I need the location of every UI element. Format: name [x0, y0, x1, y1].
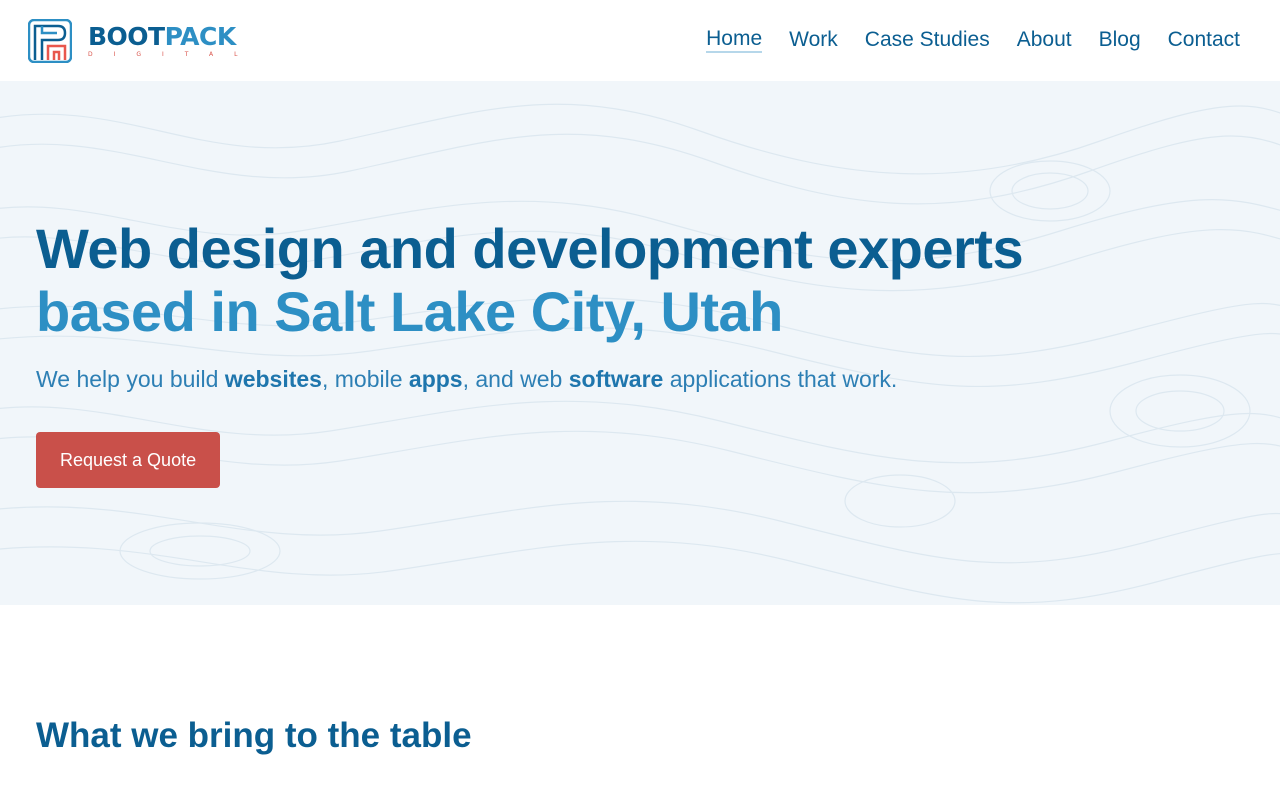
hero-title: Web design and development experts based…: [36, 217, 1036, 343]
hero-section: Web design and development experts based…: [0, 81, 1280, 605]
section-title: What we bring to the table: [36, 716, 472, 755]
nav-item-work[interactable]: Work: [789, 29, 838, 52]
site-logo[interactable]: BOOTPACK DIGITAL: [28, 18, 258, 63]
logo-word-pack: PACK: [164, 21, 237, 51]
hero-subtitle-text-1: We help you build: [36, 366, 225, 392]
logo-text: BOOTPACK DIGITAL: [88, 24, 258, 58]
request-quote-button[interactable]: Request a Quote: [36, 432, 221, 488]
hero-subtitle-text-2: , mobile: [321, 366, 409, 392]
hero-title-line1: Web design and development experts: [36, 217, 1024, 280]
hero-subtitle-text-3: , and web: [462, 366, 569, 392]
nav-item-case-studies[interactable]: Case Studies: [865, 29, 990, 52]
logo-word-boot: BOOT: [88, 21, 165, 51]
hero-subtitle-software: software: [568, 366, 664, 392]
hero-subtitle-text-4: applications that work.: [663, 366, 898, 392]
logo-subtitle: DIGITAL: [88, 50, 259, 58]
nav-item-home[interactable]: Home: [706, 28, 763, 53]
hero-subtitle-apps: apps: [408, 366, 463, 392]
hero-title-line2: based in Salt Lake City, Utah: [36, 280, 783, 343]
nav-item-about[interactable]: About: [1017, 29, 1072, 52]
bootpack-logo-icon: [28, 18, 72, 63]
hero-content: Web design and development experts based…: [36, 217, 1036, 488]
main-nav: Home Work Case Studies About Blog Contac…: [679, 28, 1240, 53]
hero-subtitle-websites: websites: [224, 366, 322, 392]
logo-wordmark: BOOTPACK: [88, 24, 258, 49]
site-header: BOOTPACK DIGITAL Home Work Case Studies …: [0, 0, 1280, 81]
page: BOOTPACK DIGITAL Home Work Case Studies …: [0, 0, 1280, 800]
hero-subtitle: We help you build websites, mobile apps,…: [36, 364, 1036, 394]
nav-item-blog[interactable]: Blog: [1099, 29, 1141, 52]
nav-item-contact[interactable]: Contact: [1168, 29, 1240, 52]
